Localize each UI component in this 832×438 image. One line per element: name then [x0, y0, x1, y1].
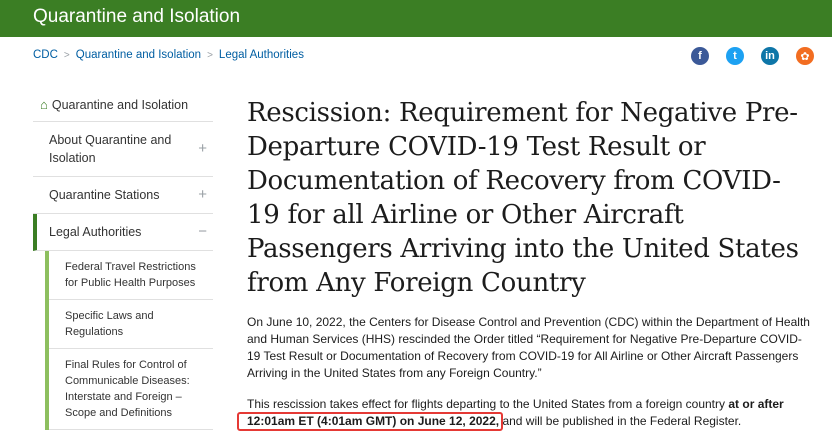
sidebar-home-label: Quarantine and Isolation	[51, 97, 189, 112]
home-icon: ⌂	[40, 97, 48, 112]
main-content: Rescission: Requirement for Negative Pre…	[237, 96, 813, 431]
linkedin-icon[interactable]: in	[761, 47, 779, 65]
sidebar-home[interactable]: ⌂ Quarantine and Isolation	[33, 88, 213, 122]
sidebar-subitem-laws[interactable]: Specific Laws and Regulations	[49, 300, 213, 349]
breadcrumb-quarantine[interactable]: Quarantine and Isolation	[76, 49, 201, 61]
twitter-icon[interactable]: t	[726, 47, 744, 65]
breadcrumb: CDC > Quarantine and Isolation > Legal Autho…	[33, 49, 304, 61]
sidebar-item-legal[interactable]: Legal Authorities −	[33, 214, 213, 251]
expand-icon[interactable]: +	[198, 140, 207, 158]
site-title[interactable]: Quarantine and Isolation	[33, 6, 240, 28]
paragraph-order-rescinded: On June 10, 2022, the Centers for Diseas…	[247, 315, 810, 380]
sidebar-subitem-final-rules[interactable]: Final Rules for Control of Communicable …	[49, 349, 213, 430]
sidebar-subitem-travel[interactable]: Federal Travel Restrictions for Public H…	[49, 251, 213, 300]
sidebar-subnav: Federal Travel Restrictions for Public H…	[45, 251, 213, 430]
effective-at-or-after: at or after	[728, 397, 784, 411]
breadcrumb-legal[interactable]: Legal Authorities	[219, 49, 304, 61]
sidebar-item-label: Legal Authorities	[49, 225, 142, 239]
page-title: Rescission: Requirement for Negative Pre…	[247, 98, 799, 298]
paragraph-effective-date: This rescission takes effect for flights…	[237, 396, 813, 431]
effective-date-text: 12:01am ET (4:01am GMT) on June 12, 2022…	[247, 414, 500, 428]
social-share-bar: f t in ✿	[674, 47, 814, 65]
site-header: Quarantine and Isolation	[0, 0, 832, 37]
highlighted-effective-date: 12:01am ET (4:01am GMT) on June 12, 2022…	[237, 412, 504, 431]
syndicate-icon[interactable]: ✿	[796, 47, 814, 65]
sidebar-item-label: About Quarantine and Isolation	[49, 133, 172, 165]
effective-text: This rescission takes effect for flights…	[247, 397, 729, 411]
sidebar-item-label: Quarantine Stations	[49, 188, 160, 202]
sidebar-item-stations[interactable]: Quarantine Stations +	[33, 177, 213, 214]
expand-icon[interactable]: +	[198, 186, 207, 204]
breadcrumb-cdc[interactable]: CDC	[33, 49, 58, 61]
collapse-icon[interactable]: −	[198, 223, 207, 241]
effective-text-end: and will be published in the Federal Reg…	[499, 414, 742, 428]
sidebar-item-about[interactable]: About Quarantine and Isolation +	[33, 122, 213, 177]
facebook-icon[interactable]: f	[691, 47, 709, 65]
breadcrumb-separator: >	[207, 50, 213, 61]
breadcrumb-separator: >	[63, 50, 70, 61]
sidebar-nav: ⌂ Quarantine and Isolation About Quarant…	[33, 88, 213, 430]
